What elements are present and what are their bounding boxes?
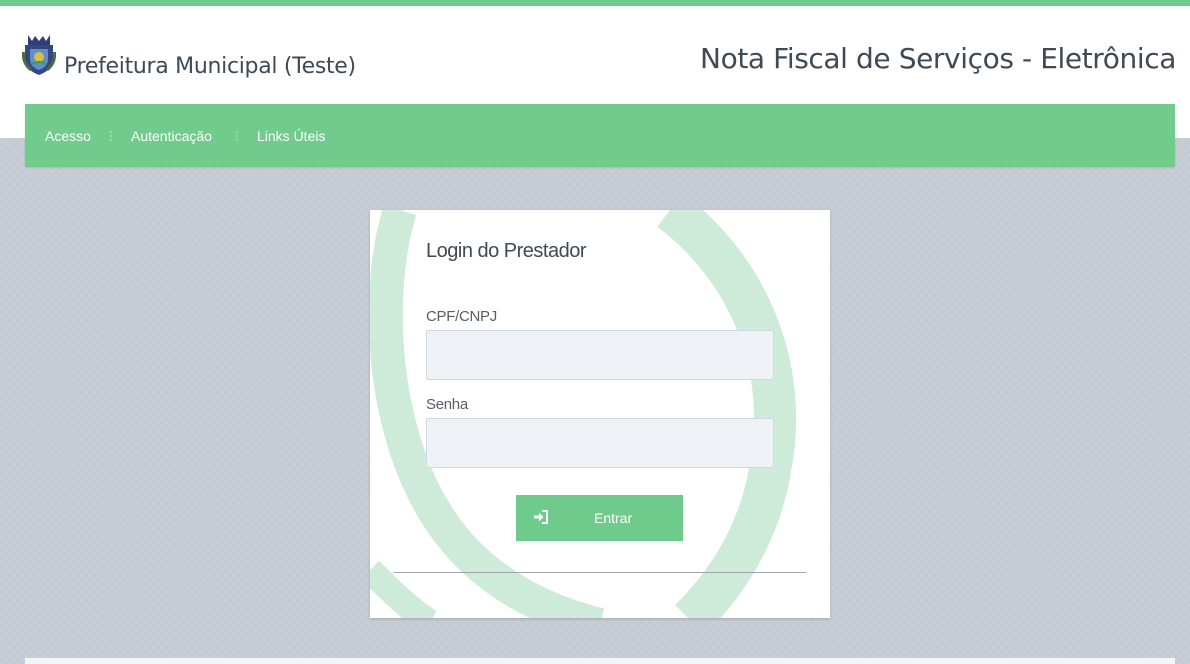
- nav-item-acesso[interactable]: Acesso: [45, 128, 91, 144]
- entrar-label: Entrar: [594, 510, 633, 526]
- login-title: Login do Prestador: [426, 240, 587, 262]
- municipality-name: Prefeitura Municipal (Teste): [64, 54, 356, 79]
- card-divider: [394, 572, 806, 573]
- sign-in-icon: [534, 510, 548, 524]
- system-title: Nota Fiscal de Serviços - Eletrônica: [700, 42, 1176, 75]
- nav-item-autenticacao[interactable]: Autenticação: [131, 128, 212, 144]
- cpf-cnpj-input[interactable]: [426, 330, 774, 380]
- footer-strip: [25, 658, 1175, 664]
- senha-input[interactable]: [426, 418, 774, 468]
- main-nav: Acesso Autenticação Links Úteis: [25, 104, 1175, 167]
- nav-item-links-uteis[interactable]: Links Úteis: [257, 128, 325, 144]
- cpf-cnpj-label: CPF/CNPJ: [426, 308, 497, 325]
- nav-separator: [236, 131, 238, 143]
- senha-label: Senha: [426, 396, 468, 413]
- login-card: Login do Prestador CPF/CNPJ Senha Entrar: [370, 210, 830, 618]
- header: Prefeitura Municipal (Teste) Nota Fiscal…: [0, 6, 1190, 104]
- entrar-button[interactable]: Entrar: [516, 495, 683, 541]
- watermark-swirl: [370, 210, 797, 618]
- nav-separator: [110, 131, 112, 143]
- coat-of-arms-icon: [22, 35, 56, 75]
